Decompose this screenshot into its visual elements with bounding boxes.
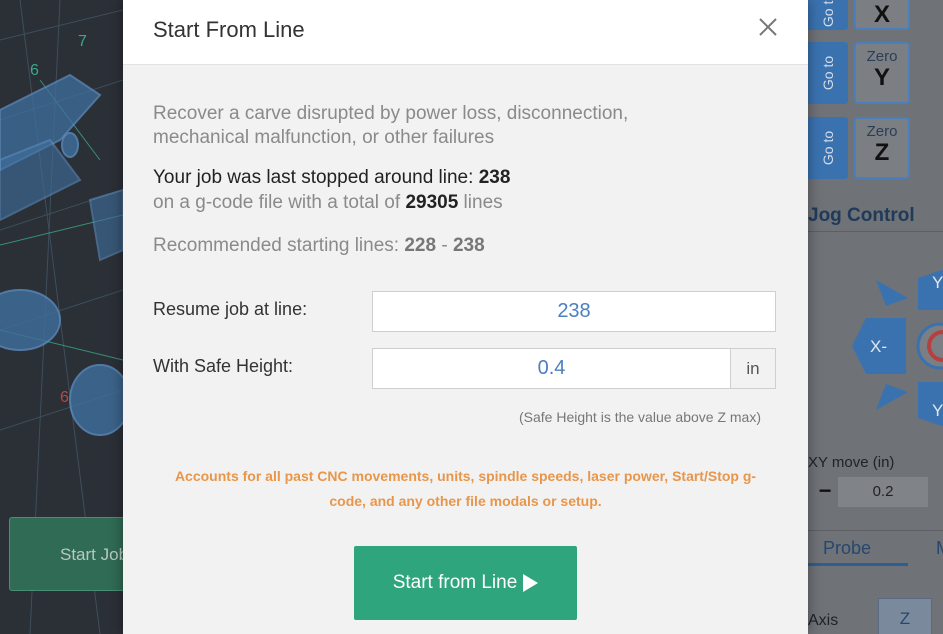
- dialog-body: Recover a carve disrupted by power loss,…: [123, 65, 808, 634]
- resume-line-input[interactable]: 238: [372, 291, 776, 332]
- total-lines-number: 29305: [405, 192, 459, 213]
- zero-y-button[interactable]: Zero Y: [854, 42, 910, 104]
- total-suffix: lines: [458, 192, 503, 213]
- zero-x-button[interactable]: X: [854, 0, 910, 30]
- dialog-title: Start From Line: [153, 17, 305, 42]
- decrement-button[interactable]: −: [812, 477, 838, 507]
- recommended-separator: -: [436, 235, 453, 256]
- xy-move-input[interactable]: 0.2: [838, 477, 928, 507]
- axis-label: Axis: [808, 612, 839, 629]
- stopped-line-number: 238: [478, 167, 511, 188]
- last-stopped-info: Your job was last stopped around line: 2…: [153, 167, 510, 189]
- axis-x-label: X: [873, 1, 890, 28]
- goto-y-button[interactable]: Go to: [808, 42, 848, 104]
- close-button[interactable]: [755, 14, 781, 40]
- control-panel: Go to X Go to Zero Y Go to Zero Z Jog Co…: [808, 0, 943, 634]
- close-icon: [759, 18, 777, 36]
- resume-line-label: Resume job at line:: [153, 299, 308, 319]
- goto-label: Go to: [820, 130, 836, 166]
- recommended-start: 228: [404, 235, 437, 256]
- start-job-button[interactable]: Start Job: [9, 517, 123, 591]
- dialog-header: Start From Line: [123, 0, 808, 65]
- recommended-lines: Recommended starting lines: 228 - 238: [153, 235, 485, 257]
- play-icon: [523, 574, 539, 592]
- start-from-line-dialog: Start From Line Recover a carve disrupte…: [123, 0, 808, 634]
- zero-label: Zero: [866, 48, 898, 65]
- axis-z-label: Z: [874, 139, 890, 166]
- axis-number: 7: [78, 33, 87, 50]
- goto-label: Go to: [820, 55, 836, 91]
- goto-x-button[interactable]: Go to: [808, 0, 848, 30]
- jog-control-title: Jog Control: [808, 205, 943, 232]
- total-lines-info: on a g-code file with a total of 29305 l…: [153, 192, 503, 214]
- safe-height-note: (Safe Height is the value above Z max): [519, 409, 762, 425]
- jog-label: X-: [870, 337, 887, 356]
- start-button-label: Start from Line: [392, 572, 518, 593]
- accounts-for-notice: Accounts for all past CNC movements, uni…: [174, 468, 757, 509]
- safe-height-unit: in: [731, 348, 776, 389]
- recommended-prefix: Recommended starting lines:: [153, 235, 405, 256]
- safe-height-label: With Safe Height:: [153, 356, 294, 376]
- axis-number: 6: [60, 389, 69, 406]
- tab-probe[interactable]: Probe: [823, 538, 871, 559]
- stopped-prefix: Your job was last stopped around line:: [153, 167, 479, 188]
- jog-label: Y: [932, 401, 943, 420]
- tab-next[interactable]: M: [936, 538, 943, 559]
- goto-label: Go to: [820, 0, 836, 28]
- dialog-description: Recover a carve disrupted by power loss,…: [153, 103, 629, 148]
- goto-z-button[interactable]: Go to: [808, 117, 848, 179]
- axis-number: 6: [30, 62, 39, 79]
- xy-move-stepper: − 0.2: [808, 477, 943, 507]
- xy-move-label: XY move (in): [808, 454, 895, 471]
- total-prefix: on a g-code file with a total of: [153, 192, 406, 213]
- panel-tabs: Probe M: [808, 530, 943, 566]
- recommended-end: 238: [452, 235, 485, 256]
- safe-height-input[interactable]: 0.4: [372, 348, 731, 389]
- jog-label: Y: [932, 273, 943, 292]
- visualizer-panel[interactable]: 7 6 6 6 Start Job: [0, 0, 123, 634]
- zero-z-button[interactable]: Zero Z: [854, 117, 910, 179]
- zero-label: Zero: [866, 123, 898, 140]
- active-tab-indicator: [808, 563, 908, 566]
- jog-diagonal-button[interactable]: [876, 384, 908, 410]
- axis-y-label: Y: [873, 64, 890, 91]
- start-from-line-button[interactable]: Start from Line: [354, 546, 577, 620]
- jog-diagonal-button[interactable]: [876, 280, 908, 306]
- axis-z-button[interactable]: Z: [878, 598, 932, 634]
- jog-pad[interactable]: Y X- Y: [848, 268, 943, 428]
